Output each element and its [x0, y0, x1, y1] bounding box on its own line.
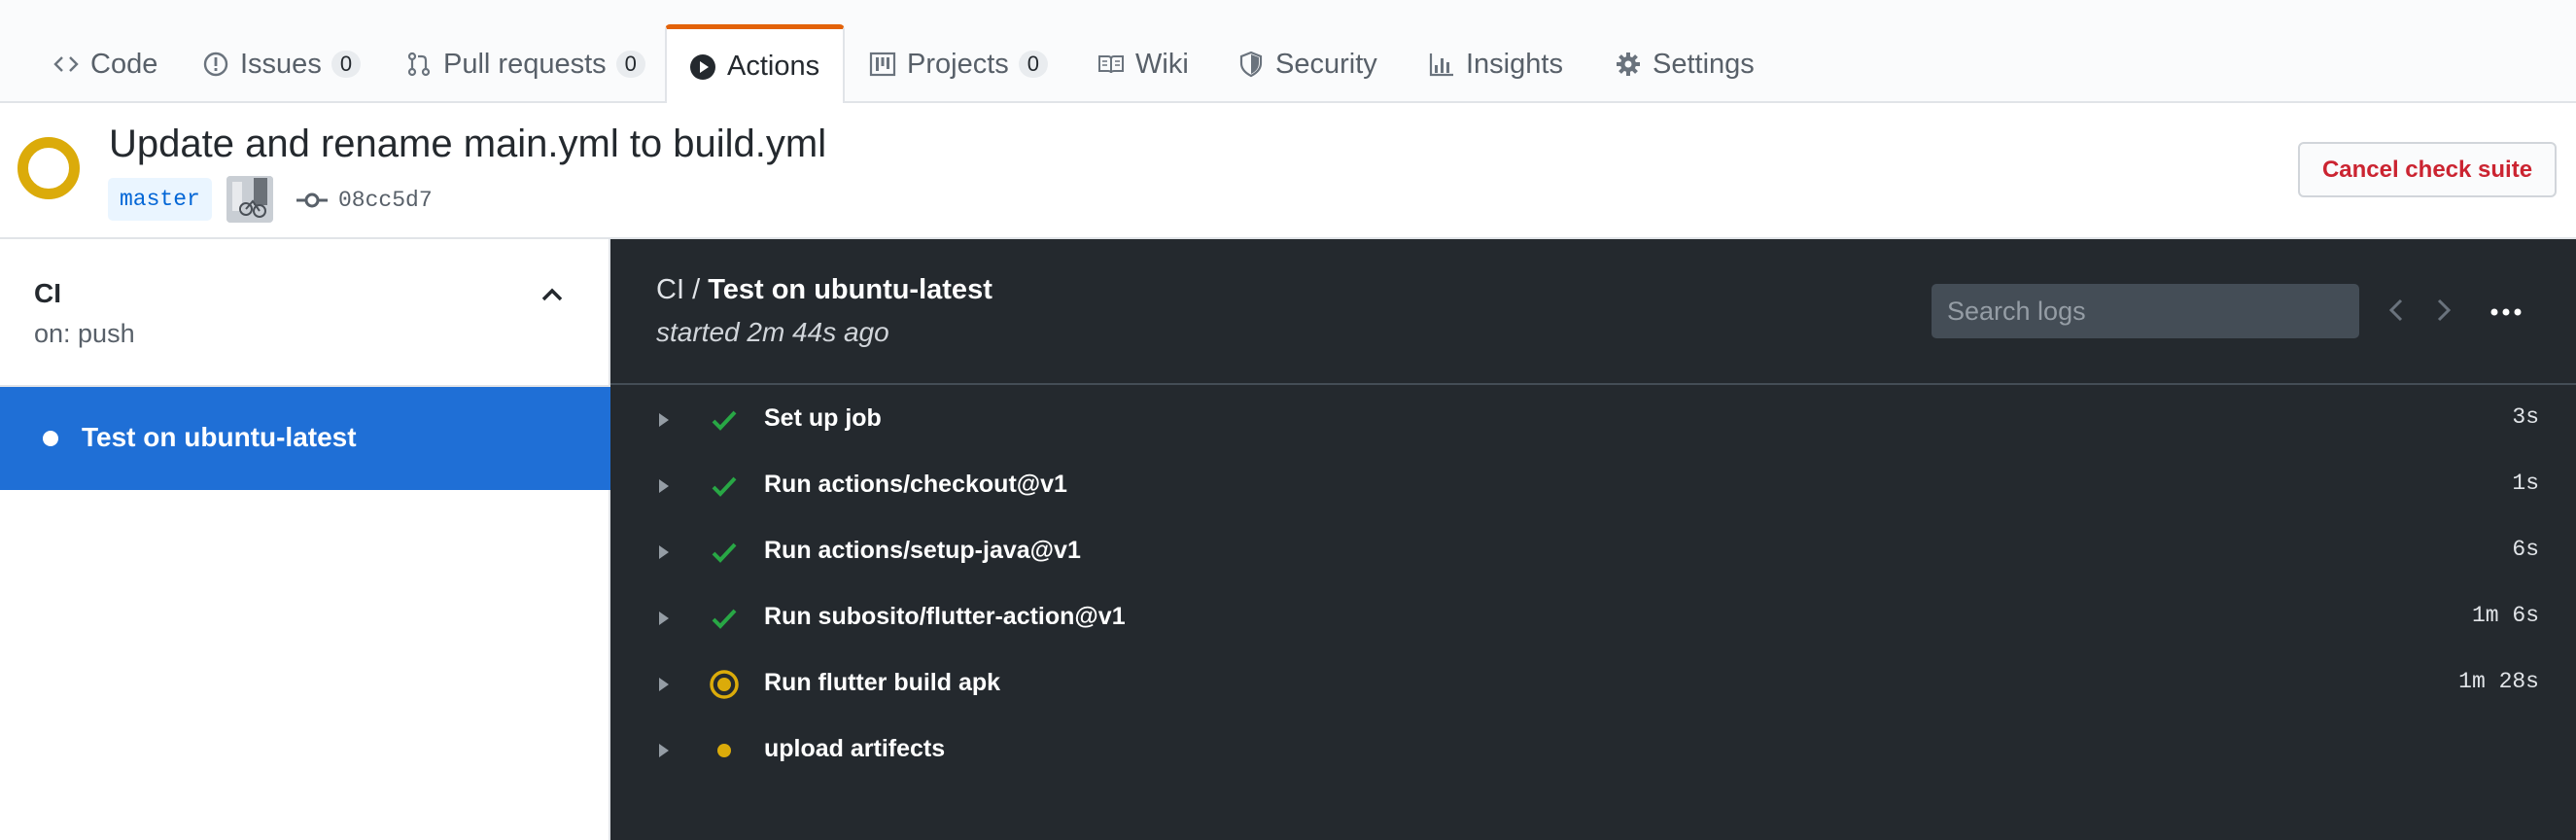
log-step-row[interactable]: Run actions/setup-java@v1 6s — [610, 519, 2576, 585]
workflow-trigger: on: push — [34, 319, 135, 348]
gear-icon — [1614, 50, 1643, 79]
tab-pull-requests[interactable]: Pull requests 0 — [404, 25, 645, 103]
expand-triangle-icon[interactable] — [656, 476, 672, 496]
log-panel: CI / Test on ubuntu-latest started 2m 44… — [610, 239, 2576, 840]
tab-code[interactable]: Code — [52, 25, 157, 103]
issues-count-badge: 0 — [331, 51, 362, 78]
step-name: Run actions/setup-java@v1 — [764, 537, 1081, 564]
tab-label: Insights — [1466, 48, 1563, 80]
tab-label: Code — [90, 48, 158, 80]
log-steps-list: Set up job 3s Run actions/checkout@v1 1s… — [610, 387, 2576, 784]
tab-issues[interactable]: Issues 0 — [201, 25, 362, 103]
workflow-sidebar: CI on: push Test on ubuntu-latest — [0, 239, 610, 840]
log-step-row[interactable]: Run actions/checkout@v1 1s — [610, 453, 2576, 519]
search-logs-input[interactable] — [1932, 284, 2359, 338]
check-icon — [712, 609, 737, 629]
step-duration: 1m 28s — [2458, 669, 2539, 694]
cancel-check-suite-button[interactable]: Cancel check suite — [2298, 142, 2557, 197]
project-icon — [868, 50, 897, 79]
workflow-name: CI — [34, 278, 61, 308]
log-job-name: Test on ubuntu-latest — [708, 274, 992, 305]
commit-sha-link[interactable]: 08cc5d7 — [338, 185, 433, 216]
in-progress-icon — [710, 670, 739, 699]
repo-nav-tabs: Code Issues 0 Pull requests 0 Actions Pr… — [0, 0, 2576, 104]
graph-icon — [1427, 50, 1456, 79]
sidebar-job-label: Test on ubuntu-latest — [82, 422, 357, 452]
tab-wiki[interactable]: Wiki — [1097, 25, 1189, 103]
tab-actions[interactable]: Actions — [665, 24, 846, 104]
log-header: CI / Test on ubuntu-latest started 2m 44… — [610, 239, 2576, 385]
step-name: Run actions/checkout@v1 — [764, 471, 1067, 498]
log-workflow-name: CI — [656, 274, 684, 305]
log-step-row[interactable]: Run subosito/flutter-action@v1 1m 6s — [610, 585, 2576, 651]
avatar-image — [226, 176, 273, 223]
step-name: upload artifects — [764, 735, 946, 762]
log-step-row[interactable]: Set up job 3s — [610, 387, 2576, 453]
chevron-left-icon[interactable] — [2383, 293, 2412, 328]
step-duration: 1s — [2512, 471, 2539, 496]
queued-dot-icon — [717, 744, 731, 757]
step-name: Run subosito/flutter-action@v1 — [764, 603, 1126, 630]
expand-triangle-icon[interactable] — [656, 675, 672, 694]
sidebar-job-item[interactable]: Test on ubuntu-latest — [0, 387, 610, 490]
chevron-right-icon[interactable] — [2428, 293, 2457, 328]
expand-triangle-icon[interactable] — [656, 741, 672, 760]
issue-icon — [201, 50, 230, 79]
code-icon — [52, 50, 81, 79]
check-icon — [712, 410, 737, 431]
branch-link[interactable]: master — [108, 178, 212, 221]
tab-label: Issues — [240, 48, 322, 80]
expand-triangle-icon[interactable] — [656, 542, 672, 562]
tab-label: Pull requests — [443, 48, 607, 80]
log-title-separator: / — [692, 274, 701, 305]
tab-projects[interactable]: Projects 0 — [868, 25, 1049, 103]
step-name: Run flutter build apk — [764, 669, 1001, 696]
shield-icon — [1236, 50, 1266, 79]
actions-run-page: Code Issues 0 Pull requests 0 Actions Pr… — [0, 0, 2576, 840]
log-step-row[interactable]: upload artifects — [610, 718, 2576, 784]
log-step-row[interactable]: Run flutter build apk 1m 28s — [610, 651, 2576, 718]
pull-requests-count-badge: 0 — [615, 51, 645, 78]
log-title: CI / Test on ubuntu-latest — [656, 274, 992, 306]
play-icon — [688, 52, 717, 82]
book-icon — [1097, 50, 1126, 79]
projects-count-badge: 0 — [1018, 51, 1049, 78]
step-duration: 3s — [2512, 404, 2539, 430]
tab-label: Wiki — [1135, 48, 1189, 80]
page-title: Update and rename main.yml to build.yml — [109, 122, 827, 165]
tab-security[interactable]: Security — [1236, 25, 1377, 103]
commit-icon — [296, 192, 328, 208]
log-started-time: started 2m 44s ago — [656, 317, 889, 347]
run-header: Update and rename main.yml to build.yml … — [0, 103, 2576, 239]
tab-settings[interactable]: Settings — [1614, 25, 1755, 103]
tab-label: Actions — [727, 51, 820, 82]
tab-insights[interactable]: Insights — [1427, 25, 1563, 103]
in-progress-status-icon — [17, 137, 80, 199]
chevron-up-icon[interactable] — [538, 280, 567, 309]
tab-label: Projects — [907, 48, 1009, 80]
pull-request-icon — [404, 50, 434, 79]
step-duration: 6s — [2512, 537, 2539, 562]
kebab-menu-icon[interactable] — [2489, 298, 2524, 327]
avatar[interactable] — [226, 176, 273, 223]
tab-label: Settings — [1653, 48, 1755, 80]
expand-triangle-icon[interactable] — [656, 609, 672, 628]
job-status-dot — [43, 431, 58, 446]
check-icon — [712, 476, 737, 497]
tab-label: Security — [1275, 48, 1377, 80]
expand-triangle-icon[interactable] — [656, 410, 672, 430]
check-icon — [712, 542, 737, 563]
step-duration: 1m 6s — [2471, 603, 2539, 628]
step-name: Set up job — [764, 404, 882, 432]
